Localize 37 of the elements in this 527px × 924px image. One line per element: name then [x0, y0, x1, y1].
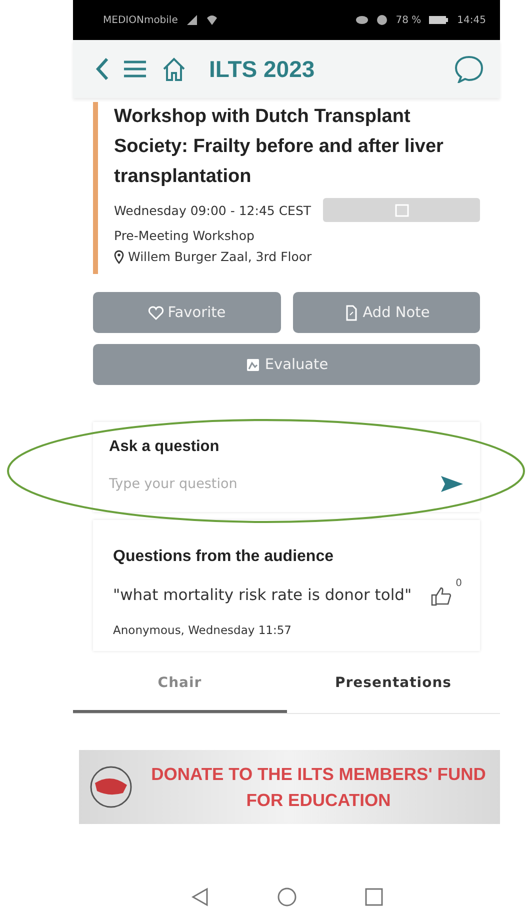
calendar-icon [394, 203, 408, 217]
clock-time: 14:45 [457, 14, 486, 26]
question-meta: Anonymous, Wednesday 11:57 [113, 623, 292, 637]
thumbs-up-icon[interactable] [430, 586, 452, 606]
home-nav-icon[interactable] [276, 887, 296, 907]
pin-icon [114, 250, 124, 264]
battery-icon [429, 15, 450, 25]
like-count: 0 [456, 578, 462, 589]
recents-nav-icon[interactable] [364, 888, 382, 906]
heart-icon [148, 304, 164, 320]
signal-icon [186, 14, 198, 26]
back-nav-icon[interactable] [190, 887, 208, 907]
question-field[interactable]: Type your question [109, 468, 440, 500]
app-title: ILTS 2023 [209, 56, 316, 82]
favorite-button[interactable]: Favorite [93, 292, 280, 333]
carrier-name: MEDIONmobile [103, 14, 178, 26]
add-note-button[interactable]: Add Note [292, 292, 480, 333]
tab[interactable]: Presentations [286, 655, 500, 713]
donate-banner[interactable]: DONATE TO THE ILTS MEMBERS' FUND FOR EDUCATION [79, 750, 500, 824]
back-icon[interactable] [95, 57, 109, 81]
session-time: Wednesday 09:00 - 12:45 CEST [114, 202, 312, 218]
session-title: Workshop with Dutch Transplant Society: Frailty before and after liver transplantation [114, 105, 444, 189]
audience-title: Questions from the audience [113, 548, 334, 566]
evaluate-icon [244, 356, 261, 372]
home-icon[interactable] [161, 56, 187, 82]
battery-percent: 78 % [396, 14, 422, 26]
ask-title: Ask a question [109, 438, 220, 456]
chat-icon[interactable] [454, 55, 484, 83]
tab[interactable]: Chair [73, 655, 286, 713]
question-text: "what mortality risk rate is donor told" [113, 585, 413, 606]
send-icon[interactable] [440, 474, 464, 494]
session-location: Willem Burger Zaal, 3rd Floor [128, 249, 312, 264]
wifi-icon [206, 14, 218, 26]
evaluate-button[interactable]: Evaluate [93, 344, 480, 385]
session-type: Pre-Meeting Workshop [114, 228, 256, 243]
banner-text: DONATE TO THE ILTS MEMBERS' FUND FOR EDUCATION [150, 763, 487, 812]
menu-icon[interactable] [123, 59, 147, 79]
